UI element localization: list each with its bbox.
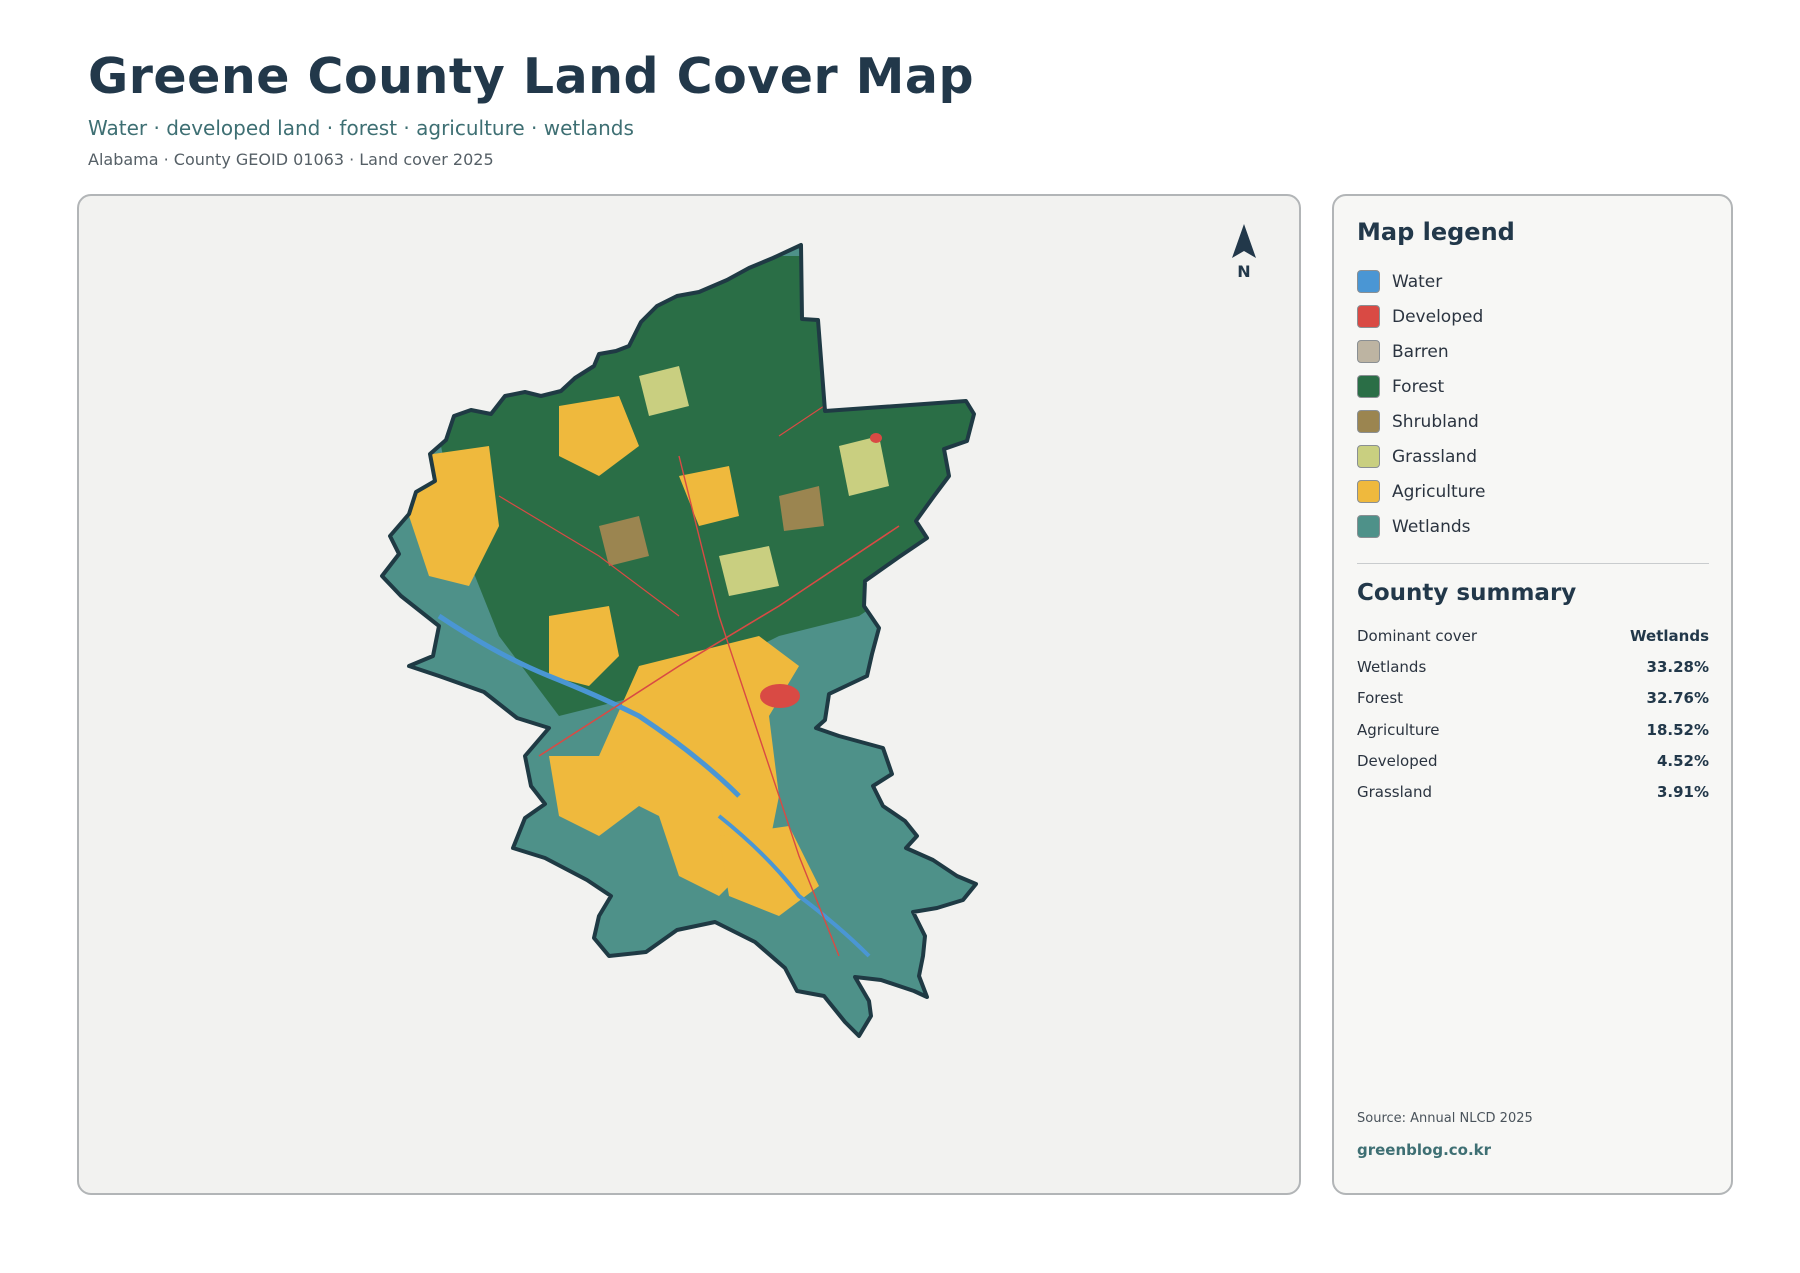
summary-value: Wetlands [1630, 626, 1709, 645]
map-panel[interactable] [77, 194, 1301, 1195]
summary-key: Wetlands [1357, 657, 1427, 676]
county-map[interactable] [79, 196, 1301, 1195]
legend-label: Wetlands [1392, 516, 1471, 537]
summary-value: 4.52% [1656, 751, 1709, 770]
summary-key: Grassland [1357, 783, 1432, 802]
summary-value: 3.91% [1656, 783, 1709, 802]
side-panel: Map legend Water Developed Barren Forest… [1332, 194, 1733, 1195]
summary-row: Forest 32.76% [1357, 683, 1709, 714]
site-link[interactable]: greenblog.co.kr [1357, 1141, 1491, 1159]
legend-label: Developed [1392, 306, 1484, 327]
legend-swatch [1357, 480, 1380, 503]
legend-title: Map legend [1357, 218, 1515, 246]
legend-swatch [1357, 305, 1380, 328]
summary-key: Developed [1357, 751, 1438, 770]
page-title: Greene County Land Cover Map [88, 48, 975, 105]
legend-label: Shrubland [1392, 411, 1479, 432]
summary-value: 18.52% [1646, 720, 1709, 739]
summary-row: Wetlands 33.28% [1357, 651, 1709, 682]
summary-value: 32.76% [1646, 689, 1709, 708]
summary-row: Grassland 3.91% [1357, 776, 1709, 807]
summary-key: Dominant cover [1357, 626, 1478, 645]
legend-swatch [1357, 515, 1380, 538]
summary-value: 33.28% [1646, 657, 1709, 676]
legend-swatch [1357, 445, 1380, 468]
legend-label: Grassland [1392, 446, 1477, 467]
north-arrow-icon [1232, 224, 1256, 258]
legend-swatch [1357, 270, 1380, 293]
land-cover-raster [382, 245, 976, 1036]
legend-label: Forest [1392, 376, 1445, 397]
legend-swatch [1357, 375, 1380, 398]
page-meta: Alabama · County GEOID 01063 · Land cove… [88, 150, 494, 169]
summary-row: Dominant cover Wetlands [1357, 620, 1709, 651]
legend-list: Water Developed Barren Forest Shrubland … [1357, 264, 1486, 544]
summary-title: County summary [1357, 580, 1577, 606]
town-eutaw [760, 684, 800, 708]
legend-item-forest: Forest [1357, 369, 1486, 404]
legend-label: Barren [1392, 341, 1449, 362]
summary-key: Forest [1357, 689, 1404, 708]
header: Greene County Land Cover Map Water · dev… [88, 44, 974, 169]
legend-item-agriculture: Agriculture [1357, 474, 1486, 509]
legend-swatch [1357, 410, 1380, 433]
summary-row: Agriculture 18.52% [1357, 714, 1709, 745]
legend-item-grassland: Grassland [1357, 439, 1486, 474]
source-note: Source: Annual NLCD 2025 [1357, 1111, 1533, 1126]
north-label: N [1237, 262, 1251, 281]
page-subtitle: Water · developed land · forest · agricu… [88, 116, 634, 140]
legend-item-developed: Developed [1357, 299, 1486, 334]
legend-swatch [1357, 340, 1380, 363]
north-arrow: N [1224, 224, 1264, 281]
legend-label: Water [1392, 271, 1443, 292]
legend-item-barren: Barren [1357, 334, 1486, 369]
summary-table: Dominant cover Wetlands Wetlands 33.28% Fo… [1357, 620, 1709, 808]
summary-row: Developed 4.52% [1357, 745, 1709, 776]
legend-label: Agriculture [1392, 481, 1486, 502]
town [870, 433, 882, 443]
legend-item-wetlands: Wetlands [1357, 509, 1486, 544]
legend-item-shrubland: Shrubland [1357, 404, 1486, 439]
summary-key: Agriculture [1357, 720, 1440, 739]
legend-item-water: Water [1357, 264, 1486, 299]
divider [1357, 563, 1709, 564]
